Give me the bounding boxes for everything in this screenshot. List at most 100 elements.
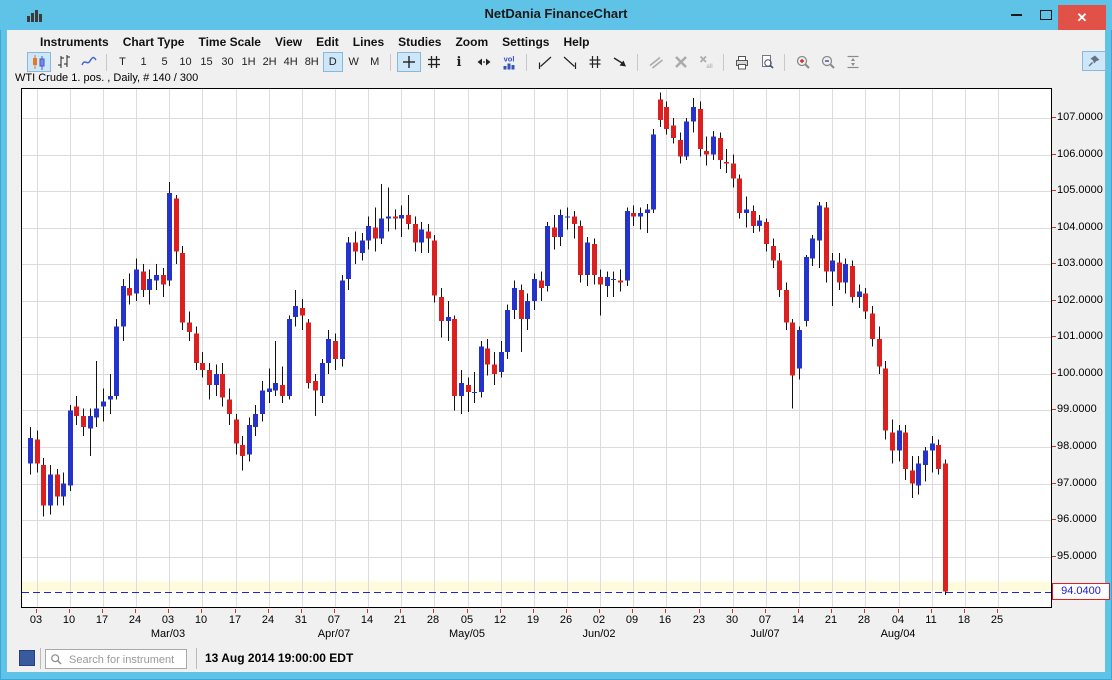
x-axis-tick: [268, 609, 269, 613]
timeframe-1h-button[interactable]: 1H: [239, 52, 259, 72]
x-axis-tick: [765, 609, 766, 613]
search-icon: [50, 653, 63, 666]
timeframe-tick-button[interactable]: T: [113, 52, 133, 72]
grid-button[interactable]: [422, 52, 446, 72]
timeframe-daily-button[interactable]: D: [323, 52, 343, 72]
menu-edit[interactable]: Edit: [309, 33, 346, 51]
menu-studies[interactable]: Studies: [391, 33, 448, 51]
y-axis-tick: [1052, 483, 1056, 484]
maximize-button[interactable]: [1033, 0, 1059, 30]
menu-lines[interactable]: Lines: [346, 33, 391, 51]
zoom-out-button[interactable]: [816, 52, 840, 72]
y-axis-tick: [1052, 556, 1056, 557]
timeframe-1m-button[interactable]: 1: [134, 52, 154, 72]
y-axis-label: 96.0000: [1057, 513, 1097, 526]
crosshair-button[interactable]: [397, 52, 421, 72]
x-axis-label: 26: [560, 614, 572, 626]
timeframe-2h-button[interactable]: 2H: [260, 52, 280, 72]
timeframe-8h-button[interactable]: 8H: [302, 52, 322, 72]
y-axis-label: 95.0000: [1057, 550, 1097, 563]
print-preview-button[interactable]: [755, 52, 779, 72]
info-button[interactable]: i: [447, 52, 471, 72]
status-square-button[interactable]: [19, 650, 35, 666]
x-axis-tick: [367, 609, 368, 613]
x-axis-tick: [69, 609, 70, 613]
x-axis-label: 17: [229, 614, 241, 626]
menu-zoom[interactable]: Zoom: [448, 33, 495, 51]
trend-line-2-button[interactable]: [558, 52, 582, 72]
y-axis-label: 102.0000: [1057, 294, 1103, 307]
x-axis-label: 07: [328, 614, 340, 626]
x-axis-tick: [864, 609, 865, 613]
minimize-icon: [1011, 14, 1022, 16]
y-axis-label: 106.0000: [1057, 148, 1103, 161]
timeframe-10m-button[interactable]: 10: [176, 52, 196, 72]
svg-text:vol: vol: [503, 55, 514, 64]
channel-button[interactable]: [583, 52, 607, 72]
close-button[interactable]: ✕: [1058, 5, 1106, 30]
parallel-lines-button[interactable]: [644, 52, 668, 72]
menu-time-scale[interactable]: Time Scale: [191, 33, 267, 51]
plot-area[interactable]: [21, 88, 1052, 608]
timeframe-5m-button[interactable]: 5: [155, 52, 175, 72]
y-axis-tick: [1052, 263, 1056, 264]
x-axis-label: 12: [494, 614, 506, 626]
timeframe-monthly-button[interactable]: M: [365, 52, 385, 72]
y-axis-tick: [1052, 409, 1056, 410]
close-icon: ✕: [1077, 10, 1088, 26]
menu-instruments[interactable]: Instruments: [33, 33, 116, 51]
y-axis-tick: [1052, 154, 1056, 155]
x-axis-month-label: Jun/02: [582, 628, 615, 640]
x-axis-tick: [533, 609, 534, 613]
menu-help[interactable]: Help: [556, 33, 596, 51]
x-axis-label: 28: [858, 614, 870, 626]
y-axis-tick: [1052, 336, 1056, 337]
fit-vertical-button[interactable]: [841, 52, 865, 72]
minimize-button[interactable]: [1002, 0, 1030, 30]
menu-bar: InstrumentsChart TypeTime ScaleViewEditL…: [7, 32, 1105, 52]
x-axis-month-label: Apr/07: [318, 628, 350, 640]
x-axis-tick: [931, 609, 932, 613]
toolbar-separator: [526, 54, 527, 71]
x-axis-label: 30: [726, 614, 738, 626]
y-axis-tick: [1052, 190, 1056, 191]
x-axis-tick: [500, 609, 501, 613]
candlestick-chart: [22, 89, 1051, 607]
delete-line-button[interactable]: [669, 52, 693, 72]
print-button[interactable]: [730, 52, 754, 72]
menu-view[interactable]: View: [268, 33, 309, 51]
x-axis-label: 17: [96, 614, 108, 626]
window-title: NetDania FinanceChart: [0, 6, 1112, 21]
status-bar: 13 Aug 2014 19:00:00 EDT: [7, 645, 1105, 672]
y-axis-tick: [1052, 117, 1056, 118]
pin-button[interactable]: [1082, 51, 1106, 71]
menu-settings[interactable]: Settings: [495, 33, 556, 51]
x-axis-month-label: May/05: [449, 628, 485, 640]
x-axis-label: 04: [892, 614, 904, 626]
search-input[interactable]: [67, 651, 186, 669]
x-axis-tick: [732, 609, 733, 613]
line-chart-button[interactable]: [77, 52, 101, 72]
pointer-arrow-button[interactable]: [608, 52, 632, 72]
x-axis-tick: [201, 609, 202, 613]
bar-chart-button[interactable]: [52, 52, 76, 72]
volume-button[interactable]: vol: [497, 52, 521, 72]
y-axis-tick: [1052, 373, 1056, 374]
candlestick-chart-button[interactable]: [27, 52, 51, 72]
x-axis-tick: [831, 609, 832, 613]
x-axis-tick: [964, 609, 965, 613]
app-window: NetDania FinanceChart ✕ InstrumentsChart…: [0, 0, 1112, 680]
timeframe-15m-button[interactable]: 15: [197, 52, 217, 72]
status-separator: [196, 648, 197, 669]
last-price-badge: 94.0400: [1052, 583, 1110, 600]
x-axis-label: 10: [63, 614, 75, 626]
menu-chart-type[interactable]: Chart Type: [116, 33, 192, 51]
timeframe-4h-button[interactable]: 4H: [281, 52, 301, 72]
zoom-in-button[interactable]: [791, 52, 815, 72]
timeframe-weekly-button[interactable]: W: [344, 52, 364, 72]
delete-all-button[interactable]: all: [694, 52, 718, 72]
timeframe-30m-button[interactable]: 30: [218, 52, 238, 72]
x-axis-label: 09: [626, 614, 638, 626]
trend-line-button[interactable]: [533, 52, 557, 72]
scroll-arrows-button[interactable]: [472, 52, 496, 72]
